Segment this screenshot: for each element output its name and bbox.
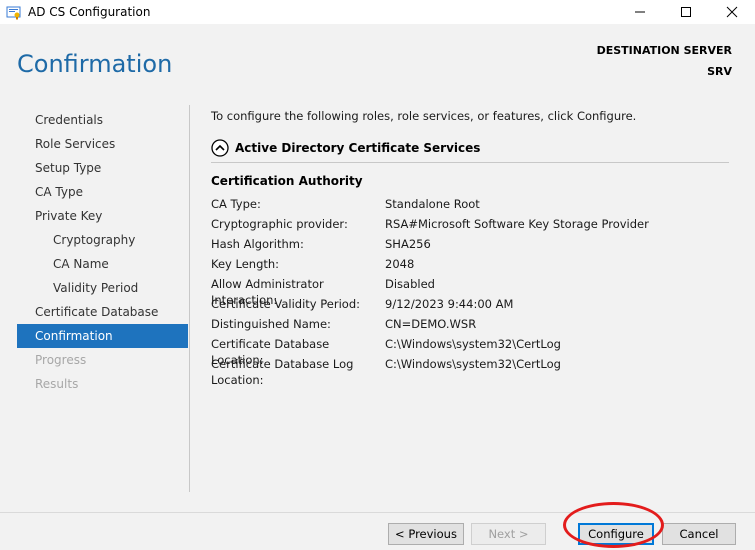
section-header[interactable]: Active Directory Certificate Services bbox=[211, 137, 729, 161]
wizard-body: Credentials Role Services Setup Type CA Typ… bbox=[0, 102, 755, 512]
property-row: Allow Administrator Interaction: Disabled bbox=[211, 274, 731, 307]
window-title: AD CS Configuration bbox=[28, 5, 151, 19]
next-button[interactable]: Next > bbox=[471, 523, 546, 545]
property-row: Distinguished Name: CN=DEMO.WSR bbox=[211, 314, 731, 334]
property-value: 9/12/2023 9:44:00 AM bbox=[385, 297, 514, 311]
nav-item-validity-period[interactable]: Validity Period bbox=[17, 276, 188, 300]
property-row: Cryptographic provider: RSA#Microsoft Sof… bbox=[211, 214, 731, 234]
nav-item-ca-type[interactable]: CA Type bbox=[17, 180, 188, 204]
property-value: C:\Windows\system32\CertLog bbox=[385, 357, 561, 371]
property-row: Certificate Database Location: C:\Windows… bbox=[211, 334, 731, 367]
property-row: Certificate Validity Period: 9/12/2023 9:… bbox=[211, 294, 731, 314]
property-label: Key Length: bbox=[211, 257, 280, 271]
nav-item-progress: Progress bbox=[35, 353, 87, 367]
page-title: Confirmation bbox=[17, 50, 173, 78]
property-label: Certificate Database Log Location: bbox=[211, 357, 354, 387]
property-value: C:\Windows\system32\CertLog bbox=[385, 337, 561, 351]
nav-item-setup-type[interactable]: Setup Type bbox=[17, 156, 188, 180]
nav-item-cryptography[interactable]: Cryptography bbox=[17, 228, 188, 252]
chevron-up-circle-icon[interactable] bbox=[211, 139, 229, 157]
nav-item-role-services[interactable]: Role Services bbox=[17, 132, 188, 156]
maximize-icon bbox=[681, 7, 691, 17]
wizard-header: Confirmation DESTINATION SERVER SRV bbox=[0, 24, 755, 102]
nav-item-credentials[interactable]: Credentials bbox=[17, 108, 188, 132]
property-label: Certificate Validity Period: bbox=[211, 297, 361, 311]
minimize-icon bbox=[635, 11, 645, 13]
properties-list: CA Type: Standalone Root Cryptographic pro… bbox=[211, 194, 731, 390]
section-title: Active Directory Certificate Services bbox=[235, 141, 481, 155]
property-row: CA Type: Standalone Root bbox=[211, 194, 731, 214]
property-label: Hash Algorithm: bbox=[211, 237, 304, 251]
close-icon bbox=[726, 6, 738, 18]
nav-item-ca-name[interactable]: CA Name bbox=[17, 252, 188, 276]
intro-text: To configure the following roles, role s… bbox=[211, 109, 637, 123]
wizard-footer: < Previous Next > Configure Cancel bbox=[0, 513, 755, 550]
property-value: Standalone Root bbox=[385, 197, 480, 211]
property-label: CA Type: bbox=[211, 197, 261, 211]
cancel-button[interactable]: Cancel bbox=[662, 523, 736, 545]
certificate-app-icon bbox=[6, 5, 22, 20]
minimize-button[interactable] bbox=[617, 0, 663, 24]
nav-divider bbox=[189, 105, 190, 492]
property-value: 2048 bbox=[385, 257, 415, 271]
property-row: Key Length: 2048 bbox=[211, 254, 731, 274]
wizard-navigation: Credentials Role Services Setup Type CA Typ… bbox=[17, 108, 188, 396]
destination-server-label: DESTINATION SERVER bbox=[596, 44, 732, 57]
nav-item-confirmation[interactable]: Confirmation bbox=[17, 324, 188, 348]
group-title: Certification Authority bbox=[211, 174, 363, 188]
property-row: Certificate Database Log Location: C:\Win… bbox=[211, 354, 731, 390]
title-bar: AD CS Configuration bbox=[0, 0, 755, 24]
property-value: CN=DEMO.WSR bbox=[385, 317, 477, 331]
property-value: SHA256 bbox=[385, 237, 431, 251]
property-label: Distinguished Name: bbox=[211, 317, 331, 331]
configure-button[interactable]: Configure bbox=[578, 523, 654, 545]
close-button[interactable] bbox=[709, 0, 755, 24]
nav-item-certificate-database[interactable]: Certificate Database bbox=[17, 300, 188, 324]
property-label: Cryptographic provider: bbox=[211, 217, 348, 231]
property-row: Hash Algorithm: SHA256 bbox=[211, 234, 731, 254]
nav-item-results: Results bbox=[35, 377, 79, 391]
nav-item-private-key[interactable]: Private Key bbox=[17, 204, 188, 228]
maximize-button[interactable] bbox=[663, 0, 709, 24]
property-value: Disabled bbox=[385, 277, 435, 291]
destination-server-name: SRV bbox=[707, 65, 732, 78]
previous-button[interactable]: < Previous bbox=[388, 523, 464, 545]
property-value: RSA#Microsoft Software Key Storage Provi… bbox=[385, 217, 649, 231]
section-divider bbox=[211, 162, 729, 163]
